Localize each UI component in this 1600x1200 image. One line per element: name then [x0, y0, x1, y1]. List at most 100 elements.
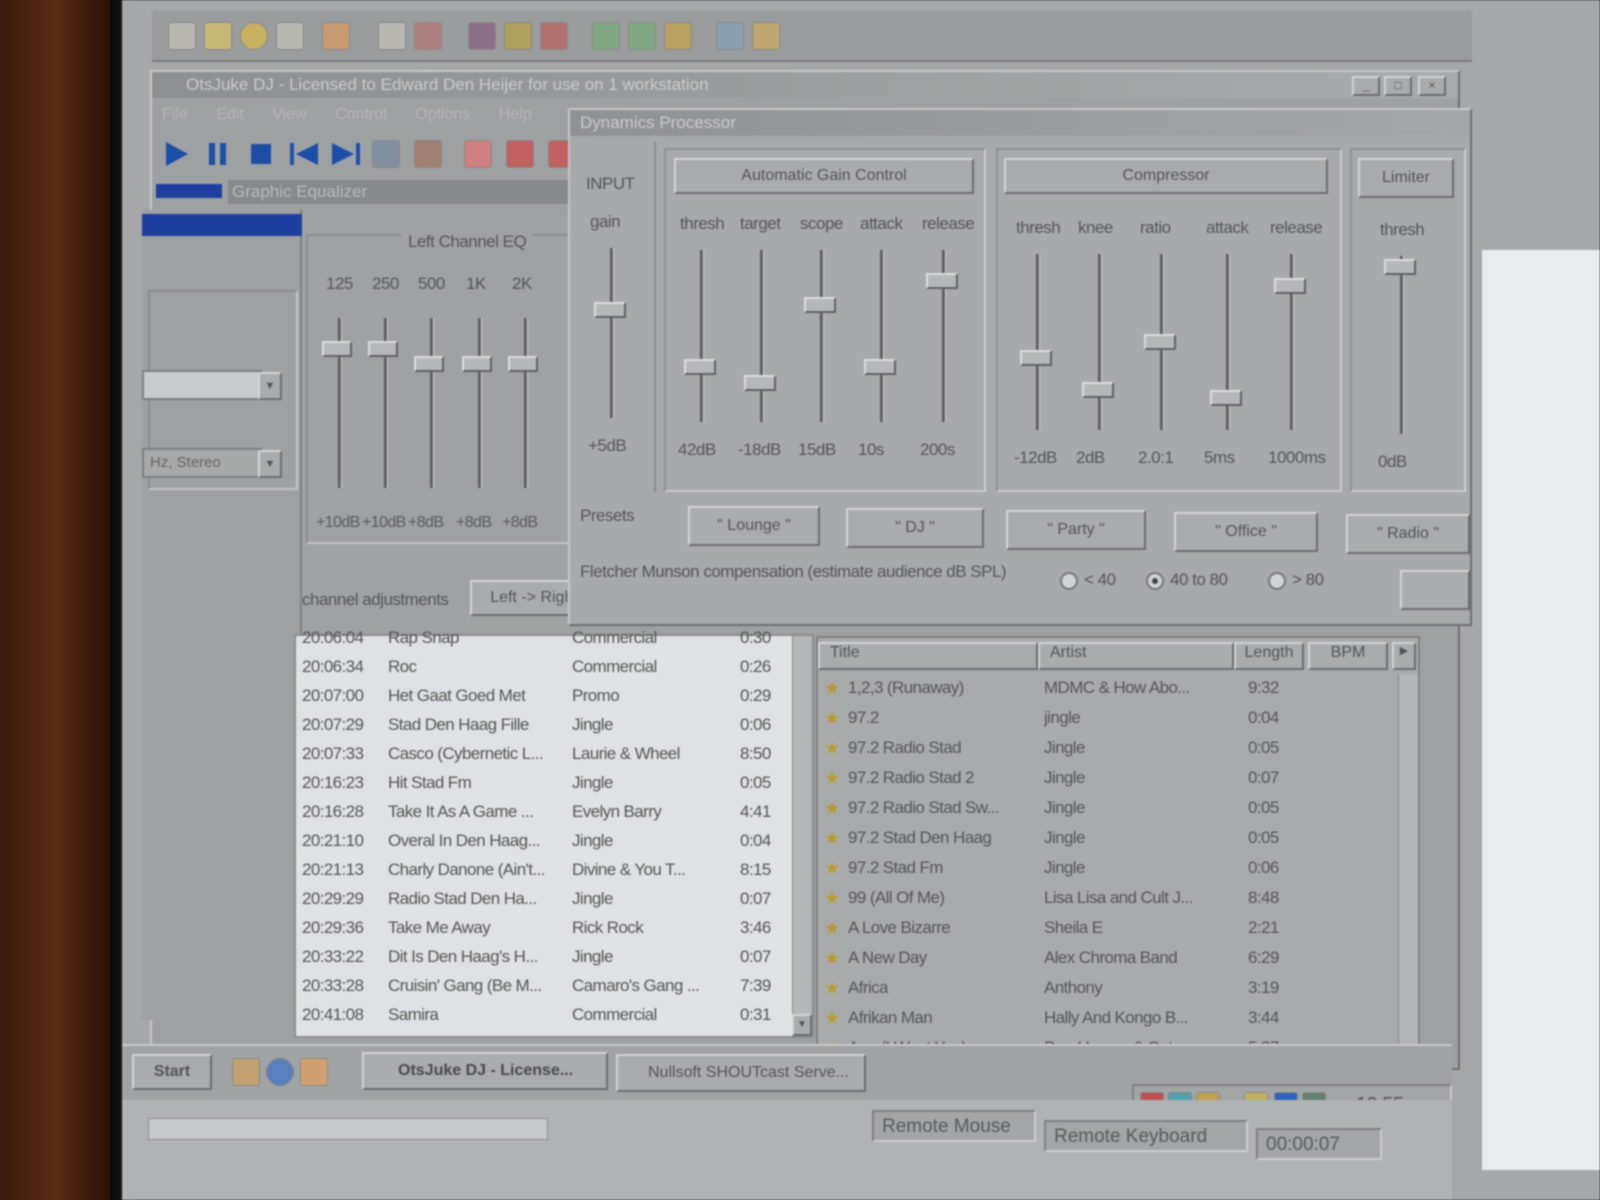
minimize-button[interactable]: _: [1352, 76, 1380, 96]
notes-icon[interactable]: [464, 140, 492, 168]
record-icon[interactable]: [540, 22, 568, 50]
quicklaunch-icon-1[interactable]: [232, 1058, 260, 1086]
left-panel-field[interactable]: [142, 370, 262, 400]
history-row[interactable]: 20:29:36 Take Me Away Rick Rock 3:46: [296, 914, 794, 943]
eq-band-slider[interactable]: [322, 340, 352, 357]
dynamics-slider-thumb[interactable]: [1144, 334, 1176, 350]
start-button[interactable]: Start: [132, 1054, 212, 1090]
disc-icon[interactable]: [240, 22, 268, 50]
dynamics-slider-thumb[interactable]: [1210, 390, 1242, 406]
agc-header[interactable]: Automatic Gain Control: [674, 158, 974, 194]
preset-office-button[interactable]: " Office ": [1174, 512, 1318, 552]
compressor-header[interactable]: Compressor: [1004, 158, 1328, 194]
left-panel-dropdown-arrow[interactable]: ▼: [258, 372, 282, 400]
preset-party-button[interactable]: " Party ": [1006, 510, 1146, 550]
library-row[interactable]: ★ 99 (All Of Me) Lisa Lisa and Cult J... 8:…: [818, 884, 1398, 913]
menu-control[interactable]: Control: [335, 106, 387, 123]
forward-icon[interactable]: [628, 22, 656, 50]
folder-icon[interactable]: [204, 22, 232, 50]
fletcher-radio[interactable]: [1146, 572, 1164, 590]
previous-icon[interactable]: [288, 140, 320, 168]
library-row[interactable]: ★ 97.2 Radio Stad Sw... Jingle 0:05: [818, 794, 1398, 823]
dynamics-slider-thumb[interactable]: [1020, 350, 1052, 366]
document-icon[interactable]: [378, 22, 406, 50]
library-row[interactable]: ★ 97.2 Radio Stad Jingle 0:05: [818, 734, 1398, 763]
tv-icon[interactable]: [506, 140, 534, 168]
dynamics-slider-thumb[interactable]: [684, 359, 716, 376]
library-header-more[interactable]: ▶: [1392, 642, 1416, 670]
remote-mouse-status[interactable]: Remote Mouse: [872, 1110, 1036, 1142]
history-row[interactable]: 20:21:13 Charly Danone (Ain't... Divine & …: [296, 856, 794, 885]
library-row[interactable]: ★ 97.2 jingle 0:04: [818, 704, 1398, 733]
format-dropdown[interactable]: Hz, Stereo: [142, 448, 262, 478]
library-header-length[interactable]: Length: [1234, 642, 1304, 670]
format-dropdown-arrow[interactable]: ▼: [258, 450, 282, 478]
eq-band-slider[interactable]: [414, 355, 444, 372]
pause-icon[interactable]: [206, 140, 230, 168]
eq-band-slider[interactable]: [462, 355, 492, 372]
eq-band-slider[interactable]: [368, 340, 398, 357]
dynamics-ok-button[interactable]: [1400, 570, 1470, 610]
library-row[interactable]: ★ Afrikan Man Hally And Kongo B... 3:44: [818, 1004, 1398, 1033]
history-row[interactable]: 20:06:34 Roc Commercial 0:26: [296, 653, 794, 682]
person-icon[interactable]: [414, 140, 442, 168]
remote-keyboard-status[interactable]: Remote Keyboard: [1044, 1120, 1248, 1152]
library-row[interactable]: ★ A New Day Alex Chroma Band 6:29: [818, 944, 1398, 973]
maximize-button[interactable]: □: [1384, 76, 1412, 96]
library-header-bpm[interactable]: BPM: [1308, 642, 1388, 670]
menu-options[interactable]: Options: [415, 106, 470, 123]
menu-edit[interactable]: Edit: [216, 106, 244, 123]
menu-help[interactable]: Help: [499, 106, 532, 123]
pen-icon[interactable]: [276, 22, 304, 50]
history-scrollbar[interactable]: [792, 636, 812, 1036]
history-row[interactable]: 20:29:29 Radio Stad Den Ha... Jingle 0:07: [296, 885, 794, 914]
dynamics-slider-thumb[interactable]: [594, 301, 626, 318]
eq-band-slider[interactable]: [508, 355, 538, 372]
wizard-icon[interactable]: [504, 22, 532, 50]
library-header-title[interactable]: Title: [818, 642, 1038, 670]
dynamics-slider-thumb[interactable]: [1274, 278, 1306, 294]
preset-lounge-button[interactable]: " Lounge ": [688, 506, 820, 546]
fletcher-radio[interactable]: [1268, 572, 1286, 590]
quicklaunch-icon-3[interactable]: [300, 1058, 328, 1086]
app-icon[interactable]: [168, 22, 196, 50]
graphic-eq-titlebar[interactable]: Graphic Equalizer: [228, 180, 568, 204]
history-row[interactable]: 20:33:22 Dit Is Den Haag's H... Jingle 0:07: [296, 943, 794, 972]
menu-file[interactable]: File: [162, 106, 188, 123]
dynamics-slider-thumb[interactable]: [864, 359, 896, 376]
dynamics-slider-thumb[interactable]: [926, 273, 958, 290]
close-button[interactable]: ×: [1418, 76, 1446, 96]
library-row[interactable]: ★ 1,2,3 (Runaway) MDMC & How Abo... 9:32: [818, 674, 1398, 703]
brush-icon[interactable]: [664, 22, 692, 50]
internet-explorer-icon[interactable]: [266, 1058, 294, 1086]
preset-dj-button[interactable]: " DJ ": [846, 508, 984, 548]
history-row[interactable]: 20:07:29 Stad Den Haag Fille Jingle 0:06: [296, 711, 794, 740]
dynamics-slider-thumb[interactable]: [804, 296, 836, 313]
library-row[interactable]: ★ 97.2 Radio Stad 2 Jingle 0:07: [818, 764, 1398, 793]
paint-icon[interactable]: [468, 22, 496, 50]
tool-icon[interactable]: [322, 22, 350, 50]
history-row[interactable]: 20:16:23 Hit Stad Fm Jingle 0:05: [296, 769, 794, 798]
history-row[interactable]: 20:06:04 Rap Snap Commercial 0:30: [296, 624, 794, 653]
preset-radio-button[interactable]: " Radio ": [1346, 514, 1470, 554]
refresh-icon[interactable]: [592, 22, 620, 50]
next-icon[interactable]: [330, 140, 362, 168]
tools-icon[interactable]: [752, 22, 780, 50]
history-row[interactable]: 20:41:08 Samira Commercial 0:31: [296, 1001, 794, 1030]
library-header-artist[interactable]: Artist: [1038, 642, 1234, 670]
task-otsjuke[interactable]: OtsJuke DJ - License...: [362, 1052, 608, 1090]
library-row[interactable]: ★ 97.2 Stad Fm Jingle 0:06: [818, 854, 1398, 883]
history-row[interactable]: 20:21:10 Overal In Den Haag... Jingle 0:04: [296, 827, 794, 856]
library-row[interactable]: ★ Africa Anthony 3:19: [818, 974, 1398, 1003]
library-scrollbar[interactable]: [1398, 674, 1418, 1084]
history-row[interactable]: 20:33:28 Cruisin' Gang (Be M... Camaro's G…: [296, 972, 794, 1001]
dynamics-slider-thumb[interactable]: [1082, 382, 1114, 398]
history-scroll-down[interactable]: ▼: [792, 1014, 812, 1036]
play-icon[interactable]: [164, 140, 190, 168]
dynamics-slider-thumb[interactable]: [1384, 259, 1416, 276]
shuffle-icon[interactable]: [372, 140, 400, 168]
history-row[interactable]: 20:07:33 Casco (Cybernetic L... Laurie & W…: [296, 740, 794, 769]
main-window-titlebar[interactable]: OtsJuke DJ - Licensed to Edward Den Heij…: [152, 72, 1458, 98]
history-row[interactable]: 20:07:00 Het Gaat Goed Met Promo 0:29: [296, 682, 794, 711]
library-row[interactable]: ★ A Love Bizarre Sheila E 2:21: [818, 914, 1398, 943]
